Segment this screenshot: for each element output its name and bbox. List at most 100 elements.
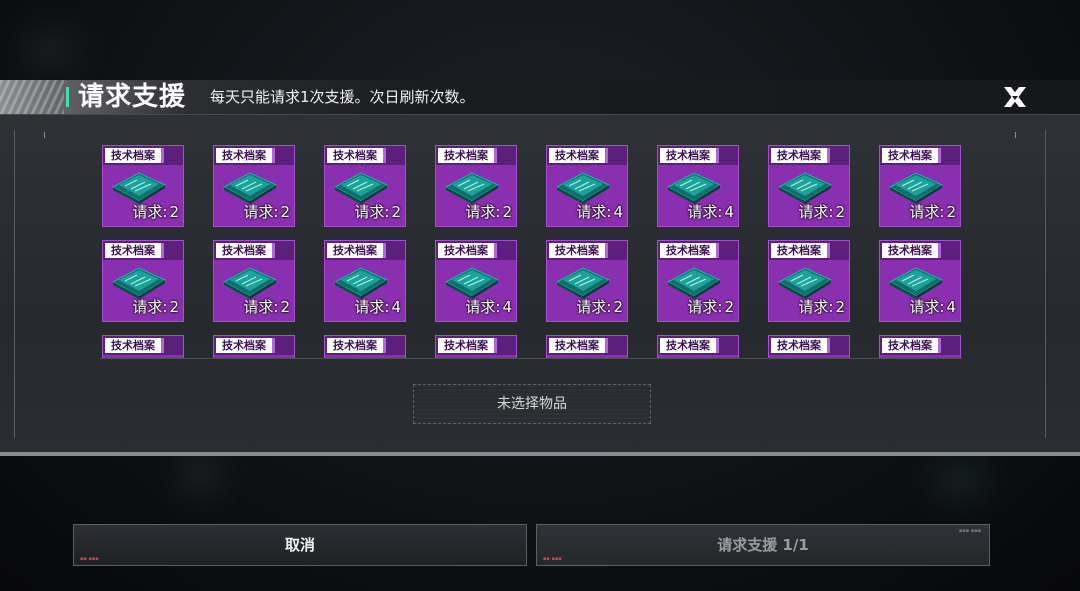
close-button[interactable] [998, 80, 1032, 114]
selected-item-slot: 未选择物品 [413, 384, 651, 424]
blueprint-document-icon [886, 165, 946, 205]
blueprint-document-icon [442, 260, 502, 300]
item-request-label: 请求: [132, 203, 168, 221]
item-request-number: 2 [835, 298, 845, 316]
item-card[interactable]: 技术档案 请求: 2 [769, 241, 849, 321]
item-card[interactable]: 技术档案请求: 2 [769, 146, 849, 226]
blueprint-document-icon [553, 260, 613, 300]
item-tag: 技术档案 [105, 148, 164, 163]
panel-bottom-edge [0, 452, 1080, 456]
blueprint-document-icon [331, 355, 391, 358]
item-card[interactable]: 技术档案请求: 2 [103, 146, 183, 226]
item-request-label: 请求: [798, 203, 834, 221]
item-request-count: 请求: 2 [465, 201, 512, 222]
blueprint-document-icon [331, 165, 391, 205]
item-request-label: 请求: [687, 203, 723, 221]
item-request-count: 请求: 2 [132, 201, 179, 222]
item-request-label: 请求: [576, 298, 612, 316]
blueprint-document-icon [220, 260, 280, 300]
item-card[interactable]: 技术档案请求: 2 [214, 146, 294, 226]
item-card[interactable]: 技术档案 请求: 4 [880, 241, 960, 321]
item-request-count: 请求: 4 [576, 201, 623, 222]
item-request-count: 请求: 2 [132, 296, 179, 317]
item-tag: 技术档案 [438, 148, 497, 163]
item-tag: 技术档案 [327, 338, 386, 353]
blueprint-document-icon [331, 260, 391, 300]
item-request-number: 4 [391, 298, 401, 316]
request-support-button-label: 请求支援 1/1 [717, 536, 809, 554]
cancel-button[interactable]: 取消 ▪▪ ▪▪▪ [73, 524, 527, 566]
item-tag: 技术档案 [216, 148, 275, 163]
blueprint-document-icon [442, 165, 502, 205]
item-card[interactable]: 技术档案 请求: 4 [436, 241, 516, 321]
item-tag: 技术档案 [660, 243, 719, 258]
button-decoration: ▪▪ ▪▪▪ [80, 556, 99, 562]
blueprint-document-icon [886, 355, 946, 358]
item-tag: 技术档案 [771, 338, 830, 353]
item-request-label: 请求: [354, 298, 390, 316]
item-request-label: 请求: [798, 298, 834, 316]
item-card[interactable]: 技术档案 [436, 336, 516, 358]
item-request-count: 请求: 2 [243, 201, 290, 222]
item-request-count: 请求: 2 [798, 201, 845, 222]
item-grid: 技术档案 请求: 2 技术档案 请求: 2 技术档案 请求: 2 技术档案 请求: 2 技术档案 请求: 4… [100, 140, 962, 359]
item-card[interactable]: 技术档案 请求: 4 [547, 146, 627, 226]
item-card[interactable]: 技术档案 [103, 336, 183, 358]
item-card[interactable]: 技术档案 [880, 336, 960, 358]
item-tag: 技术档案 [105, 243, 164, 258]
item-tag: 技术档案 [771, 148, 830, 163]
item-tag: 技术档案 [216, 243, 275, 258]
item-tag: 技术档案 [882, 243, 941, 258]
item-tag: 技术档案 [438, 243, 497, 258]
item-request-count: 请求: 2 [798, 296, 845, 317]
item-card[interactable]: 技术档案 请求: 2 [658, 241, 738, 321]
item-request-number: 2 [835, 203, 845, 221]
item-request-label: 请求: [687, 298, 723, 316]
panel-frame-right-inner [1015, 132, 1016, 138]
blueprint-document-icon [553, 355, 613, 358]
item-tag: 技术档案 [660, 148, 719, 163]
item-tag: 技术档案 [549, 338, 608, 353]
button-decoration: ▪▪ ▪▪▪ [543, 556, 562, 562]
item-request-number: 4 [724, 203, 734, 221]
blueprint-document-icon [664, 260, 724, 300]
blueprint-document-icon [775, 165, 835, 205]
item-card[interactable]: 技术档案 [547, 336, 627, 358]
item-request-number: 2 [169, 298, 179, 316]
blueprint-document-icon [886, 260, 946, 300]
item-card[interactable]: 技术档案 请求: 2 [547, 241, 627, 321]
panel-frame-right [1045, 130, 1046, 438]
blueprint-document-icon [109, 165, 169, 205]
item-tag: 技术档案 [882, 148, 941, 163]
item-card[interactable]: 技术档案 [658, 336, 738, 358]
blueprint-document-icon [109, 355, 169, 358]
item-request-number: 2 [280, 203, 290, 221]
item-request-number: 2 [169, 203, 179, 221]
item-tag: 技术档案 [882, 338, 941, 353]
cancel-button-label: 取消 [284, 536, 315, 554]
item-card[interactable]: 技术档案请求: 4 [658, 146, 738, 226]
panel-frame-left [14, 130, 15, 438]
item-card[interactable]: 技术档案 请求: 2 [325, 146, 405, 226]
item-card[interactable]: 技术档案 请求: 2 [214, 241, 294, 321]
item-request-number: 2 [280, 298, 290, 316]
header-accent-bar [66, 87, 69, 107]
item-request-label: 请求: [576, 203, 612, 221]
item-request-label: 请求: [465, 298, 501, 316]
item-card[interactable]: 技术档案 [214, 336, 294, 358]
blueprint-document-icon [109, 260, 169, 300]
request-support-button[interactable]: 请求支援 1/1 ▪▪ ▪▪▪ ▪▪▪ ▪▪▪ [536, 524, 990, 566]
item-card[interactable]: 技术档案 [769, 336, 849, 358]
item-card[interactable]: 技术档案请求: 2 [436, 146, 516, 226]
item-card[interactable]: 技术档案 请求: 2 [880, 146, 960, 226]
item-request-label: 请求: [909, 298, 945, 316]
item-request-number: 2 [613, 298, 623, 316]
item-tag: 技术档案 [327, 148, 386, 163]
header-stripe-decoration [0, 80, 64, 114]
page-title: 请求支援 [78, 82, 187, 112]
item-card[interactable]: 技术档案 请求: 4 [325, 241, 405, 321]
item-card[interactable]: 技术档案 [325, 336, 405, 358]
item-card[interactable]: 技术档案请求: 2 [103, 241, 183, 321]
item-request-count: 请求: 4 [354, 296, 401, 317]
blueprint-document-icon [220, 165, 280, 205]
